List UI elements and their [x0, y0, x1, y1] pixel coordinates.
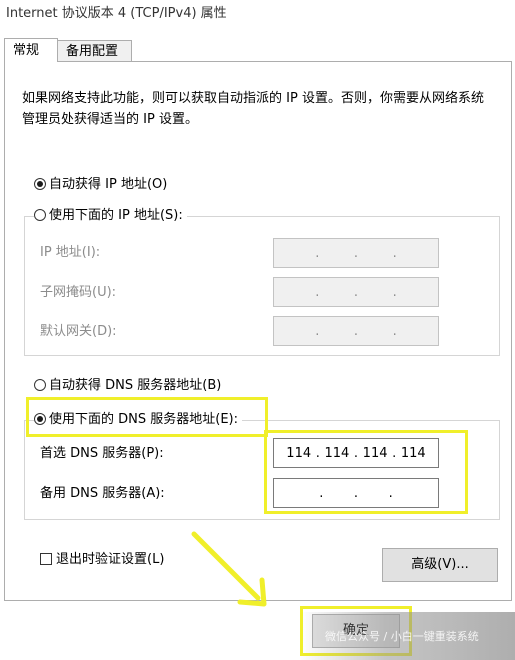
alternate-dns-label: 备用 DNS 服务器(A):	[40, 486, 165, 501]
radio-manual-ip-indicator[interactable]	[34, 209, 46, 221]
alternate-dns-input[interactable]: ...	[273, 478, 439, 508]
watermark-text: 微信公众号 / 小白一键重装系统	[325, 630, 479, 643]
radio-auto-dns-indicator[interactable]	[34, 379, 46, 391]
subnet-mask-label: 子网掩码(U):	[40, 285, 117, 300]
radio-auto-ip-indicator[interactable]	[34, 178, 46, 190]
radio-auto-ip-label: 自动获得 IP 地址(O)	[49, 177, 168, 192]
validate-checkbox-box[interactable]	[40, 553, 52, 565]
radio-auto-dns[interactable]: 自动获得 DNS 服务器地址(B)	[34, 376, 226, 396]
yellow-arrow-icon	[191, 531, 267, 607]
description-text: 如果网络支持此功能，则可以获取自动指派的 IP 设置。否则，你需要从网络系统管理…	[22, 91, 484, 127]
radio-auto-ip[interactable]: 自动获得 IP 地址(O)	[34, 175, 172, 195]
ip-address-input[interactable]: ...	[273, 238, 439, 268]
validate-on-exit-checkbox[interactable]: 退出时验证设置(L)	[40, 550, 169, 570]
tab-general[interactable]: 常规	[4, 38, 58, 62]
subnet-mask-input[interactable]: ...	[273, 277, 439, 307]
validate-checkbox-label: 退出时验证设置(L)	[56, 552, 165, 567]
radio-manual-dns[interactable]: 使用下面的 DNS 服务器地址(E):	[34, 410, 242, 430]
default-gateway-label: 默认网关(D):	[40, 324, 117, 339]
title-bar: Internet 协议版本 4 (TCP/IPv4) 属性	[0, 0, 515, 22]
ip-address-label: IP 地址(I):	[40, 245, 101, 260]
radio-manual-dns-indicator[interactable]	[34, 413, 46, 425]
preferred-dns-label: 首选 DNS 服务器(P):	[40, 446, 164, 461]
default-gateway-input[interactable]: ...	[273, 316, 439, 346]
window-title: Internet 协议版本 4 (TCP/IPv4) 属性	[6, 6, 227, 21]
preferred-dns-input[interactable]: 114. 114. 114. 114	[273, 438, 439, 468]
advanced-button[interactable]: 高级(V)...	[382, 548, 498, 582]
tab-alternate-config[interactable]: 备用配置	[58, 40, 132, 62]
radio-auto-dns-label: 自动获得 DNS 服务器地址(B)	[49, 378, 222, 393]
radio-manual-ip[interactable]: 使用下面的 IP 地址(S):	[34, 206, 187, 226]
radio-manual-dns-label: 使用下面的 DNS 服务器地址(E):	[49, 412, 238, 427]
radio-manual-ip-label: 使用下面的 IP 地址(S):	[49, 208, 183, 223]
